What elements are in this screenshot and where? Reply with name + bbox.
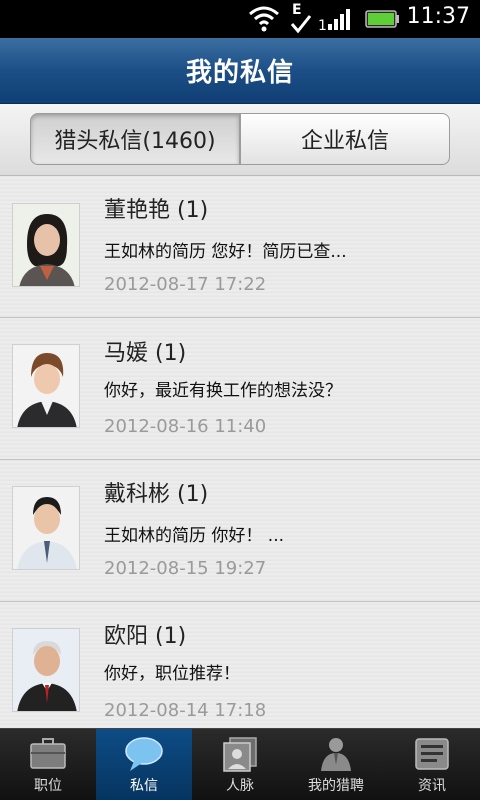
segment-bar: 猎头私信(1460) 企业私信 [0, 104, 480, 176]
chat-bubble-icon [125, 737, 163, 771]
sync-check-icon [290, 15, 312, 34]
sender-name: 欧阳 (1) [104, 624, 187, 649]
message-date: 2012-08-15 19:27 [104, 558, 267, 579]
sender-name: 马媛 (1) [104, 341, 187, 366]
message-date: 2012-08-16 11:40 [104, 416, 267, 437]
briefcase-icon [30, 738, 66, 769]
nav-tab-messages[interactable]: 私信 [96, 729, 192, 800]
tab-company-messages[interactable]: 企业私信 [240, 113, 450, 165]
list-item[interactable]: 董艳艳 (1) 王如林的简历 您好！简历已查... 2012-08-17 17:… [0, 176, 480, 318]
nav-tab-contacts[interactable]: 人脉 [192, 729, 288, 800]
message-preview: 王如林的简历 你好！ ... [104, 526, 285, 546]
nav-tab-jobs[interactable]: 职位 [0, 729, 96, 800]
title-bar: 我的私信 [0, 38, 480, 104]
message-date: 2012-08-14 17:18 [104, 700, 267, 721]
sender-name: 戴科彬 (1) [104, 482, 209, 507]
svg-text:1: 1 [318, 18, 327, 34]
nav-tab-news[interactable]: 资讯 [384, 729, 480, 800]
signal-icon: 1 [318, 9, 350, 34]
message-preview: 王如林的简历 您好！简历已查... [104, 242, 347, 262]
profile-icon [321, 738, 351, 771]
avatar [12, 344, 80, 428]
message-preview: 你好，最近有换工作的想法没？ [104, 381, 342, 401]
nav-label: 资讯 [418, 778, 446, 794]
message-date: 2012-08-17 17:22 [104, 274, 267, 295]
nav-tab-my-liepin[interactable]: 我的猎聘 [288, 729, 384, 800]
list-item[interactable]: 戴科彬 (1) 王如林的简历 你好！ ... 2012-08-15 19:27 [0, 460, 480, 602]
nav-label: 职位 [34, 778, 62, 794]
page-title: 我的私信 [185, 58, 294, 88]
nav-label: 私信 [130, 778, 158, 794]
list-item[interactable]: 马媛 (1) 你好，最近有换工作的想法没？ 2012-08-16 11:40 [0, 318, 480, 460]
nav-label: 人脉 [226, 778, 254, 794]
status-bar: E 1 11:37 [0, 0, 480, 38]
bottom-nav: 职位 私信 人脉 我的猎聘 资讯 [0, 728, 480, 800]
message-list[interactable]: 董艳艳 (1) 王如林的简历 您好！简历已查... 2012-08-17 17:… [0, 176, 480, 728]
message-preview: 你好，职位推荐！ [104, 664, 240, 684]
avatar [12, 628, 80, 712]
wifi-icon [249, 6, 279, 32]
status-time: 11:37 [406, 4, 470, 29]
contacts-icon [223, 737, 257, 772]
tab-headhunter-messages[interactable]: 猎头私信(1460) [30, 113, 240, 165]
avatar [12, 486, 80, 570]
list-item[interactable]: 欧阳 (1) 你好，职位推荐！ 2012-08-14 17:18 [0, 602, 480, 728]
avatar [12, 203, 80, 287]
battery-icon [365, 10, 399, 28]
sender-name: 董艳艳 (1) [104, 198, 209, 223]
news-icon [415, 738, 449, 770]
nav-label: 我的猎聘 [308, 778, 364, 794]
